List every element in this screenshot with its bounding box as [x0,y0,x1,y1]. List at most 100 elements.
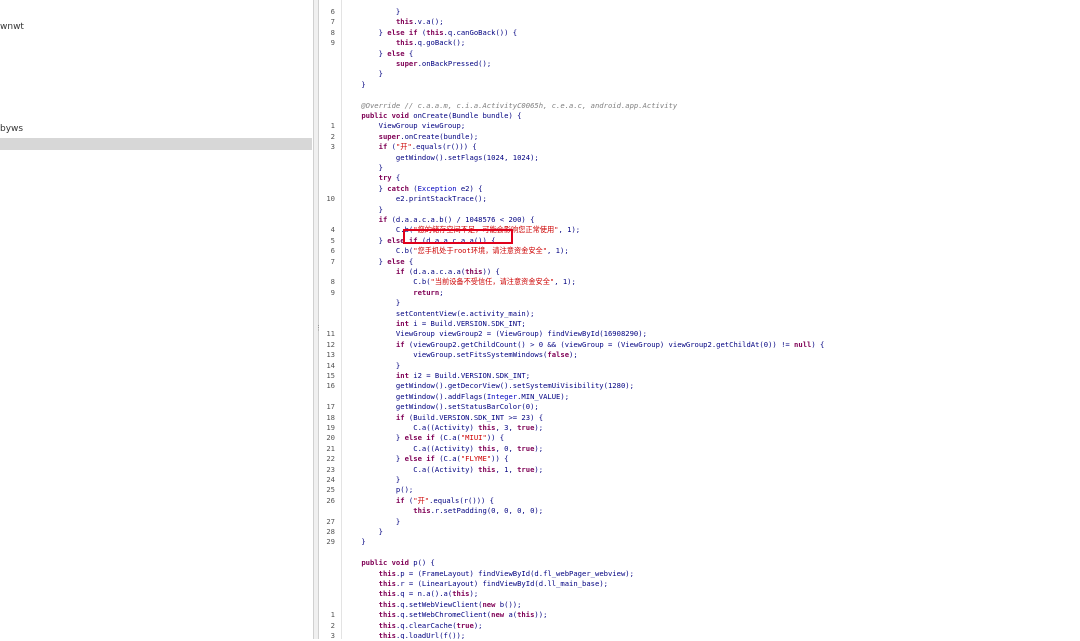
tree-selected-row[interactable] [0,138,312,150]
line-number: 2 [330,620,335,630]
line-number: 20 [326,433,335,443]
code-line[interactable]: if (d.a.a.c.a.b() / 1048576 < 200) { [344,215,535,225]
code-line[interactable]: } else { [344,257,414,267]
code-line[interactable]: ViewGroup viewGroup; [344,121,466,131]
code-line[interactable]: } [344,517,400,527]
line-number: 21 [326,443,335,453]
line-number: 3 [330,142,335,152]
code-line[interactable]: } [344,7,400,17]
code-line[interactable]: this.q.goBack(); [344,38,465,48]
code-line[interactable]: if (viewGroup2.getChildCount() > 0 && (v… [344,340,824,350]
code-editor[interactable]: } this.v.a(); } else if (this.q.canGoBac… [344,0,1080,639]
line-number: 27 [326,516,335,526]
code-line[interactable]: this.q.setWebChromeClient(new a(this)); [344,610,548,620]
code-line[interactable]: this.q.loadUrl(f()); [344,631,466,639]
code-line[interactable]: getWindow().addFlags(Integer.MIN_VALUE); [344,392,569,402]
code-line[interactable]: if ("开".equals(r())) { [344,142,477,152]
line-number: 13 [326,350,335,360]
tree-item[interactable]: byws [0,123,23,136]
code-line[interactable]: } else { [344,49,414,59]
code-line[interactable]: } else if (this.q.canGoBack()) { [344,28,518,38]
code-line[interactable]: C.a((Activity) this, 1, true); [344,465,543,475]
line-number: 17 [326,402,335,412]
line-number: 12 [326,339,335,349]
code-line[interactable]: getWindow().setStatusBarColor(0); [344,402,539,412]
line-number: 1 [330,121,335,131]
code-line[interactable]: C.a((Activity) this, 3, true); [344,423,543,433]
line-number: 2 [330,131,335,141]
code-line[interactable]: if (d.a.a.c.a.a(this)) { [344,267,500,277]
line-number: 25 [326,485,335,495]
code-line[interactable]: } else if (C.a("MIUI")) { [344,433,504,443]
line-number: 4 [330,225,335,235]
line-number: 15 [326,371,335,380]
line-number: 6 [330,7,335,16]
line-number: 11 [326,329,335,339]
splitter-grip-icon[interactable]: ⋮ [315,325,322,338]
code-line[interactable]: } [344,163,383,173]
line-number: 26 [326,495,335,505]
highlight-box [403,229,513,244]
code-line[interactable]: getWindow().setFlags(1024, 1024); [344,153,539,163]
code-line[interactable]: if (Build.VERSION.SDK_INT >= 23) { [344,413,543,423]
code-line[interactable]: @Override // c.a.a.m, c.i.a.ActivityC006… [344,101,677,111]
code-line[interactable]: public void p() { [344,558,435,568]
code-line[interactable]: viewGroup.setFitsSystemWindows(false); [344,350,577,360]
code-line[interactable]: } [344,537,365,547]
line-number: 10 [326,194,335,204]
code-line[interactable]: super.onCreate(bundle); [344,132,479,142]
code-line[interactable]: } [344,298,400,308]
code-line[interactable]: } catch (Exception e2) { [344,184,483,194]
code-line[interactable]: this.q.setWebViewClient(new b()); [344,600,522,610]
line-number: 22 [326,454,335,464]
code-line[interactable]: } [344,205,383,215]
line-number: 19 [326,423,335,432]
line-number: 29 [326,537,335,547]
code-line[interactable]: } [344,475,400,485]
line-number: 9 [330,38,335,48]
code-line[interactable]: this.p = (FrameLayout) findViewById(d.fl… [344,569,634,579]
line-number: 6 [330,246,335,256]
code-line[interactable]: setContentView(e.activity_main); [344,309,534,319]
code-line[interactable]: this.q.clearCache(true); [344,621,483,631]
code-line[interactable]: if ("开".equals(r())) { [344,496,494,506]
code-line[interactable]: this.v.a(); [344,17,444,27]
code-line[interactable]: public void onCreate(Bundle bundle) { [344,111,521,121]
line-number: 23 [326,464,335,474]
line-number: 8 [330,277,335,287]
code-line[interactable]: } else if (C.a("FLYME")) { [344,454,509,464]
code-line[interactable]: } [344,361,400,371]
code-line[interactable]: return; [344,288,443,298]
line-number: 8 [330,27,335,37]
line-number: 1 [330,610,335,620]
line-number: 14 [326,360,335,370]
code-line[interactable]: getWindow().getDecorView().setSystemUiVi… [344,381,634,391]
code-line[interactable]: ViewGroup viewGroup2 = (ViewGroup) findV… [344,329,647,339]
tree-item[interactable]: wnwt [0,21,24,34]
line-number: 7 [330,17,335,27]
line-number: 28 [326,527,335,536]
code-line[interactable]: this.r.setPadding(0, 0, 0, 0); [344,506,543,516]
line-number: 9 [330,287,335,297]
line-number: 7 [330,256,335,266]
code-line[interactable]: this.q = n.a().a(this); [344,589,479,599]
code-line[interactable]: } [344,527,383,537]
code-line[interactable]: } [344,80,365,90]
code-line[interactable]: try { [344,173,401,183]
code-line[interactable]: C.b("您手机处于root环境，请注意资金安全", 1); [344,246,569,256]
line-number: 3 [330,631,335,640]
code-line[interactable]: C.a((Activity) this, 0, true); [344,444,543,454]
code-line[interactable]: this.r = (LinearLayout) findViewById(d.l… [344,579,608,589]
code-line[interactable]: super.onBackPressed(); [344,59,491,69]
line-number: 18 [326,412,335,422]
project-tree-panel[interactable]: wnwt byws [0,0,313,639]
code-line[interactable]: int i = Build.VERSION.SDK_INT; [344,319,526,329]
code-line[interactable]: int i2 = Build.VERSION.SDK_INT; [344,371,530,381]
line-number: 5 [330,235,335,245]
line-number: 16 [326,381,335,391]
code-line[interactable]: C.b("当前设备不受信任，请注意资金安全", 1); [344,277,576,287]
line-number-gutter: 6 7 8 9 1 2 3 10 4 5 6 7 8 9 11 12 13 14 15 16 17 18 19 20 21 22 2… [319,0,341,640]
code-line[interactable]: e2.printStackTrace(); [344,194,487,204]
code-line[interactable]: p(); [344,485,413,495]
code-line[interactable]: } [344,69,383,79]
